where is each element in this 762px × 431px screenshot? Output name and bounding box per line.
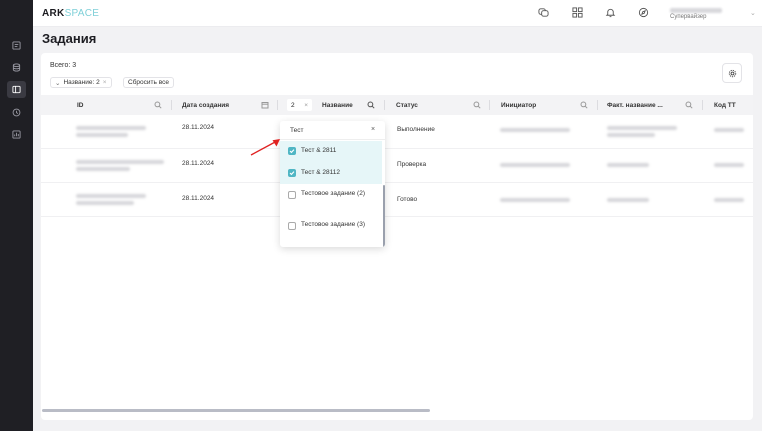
redacted-fact-name bbox=[607, 198, 649, 202]
cell-created: 28.11.2024 bbox=[182, 195, 215, 202]
cell-created: 28.11.2024 bbox=[182, 160, 215, 167]
sidebar bbox=[0, 0, 33, 431]
search-icon[interactable] bbox=[473, 101, 481, 109]
column-header-fact-name[interactable]: Факт. название ... bbox=[607, 95, 663, 115]
filter-option-label: Тест & 28112 bbox=[301, 169, 340, 176]
total-count: Всего: 3 bbox=[50, 62, 77, 69]
column-header-name[interactable]: Название bbox=[322, 95, 353, 115]
tasks-icon bbox=[12, 41, 21, 50]
bell-icon[interactable] bbox=[604, 6, 617, 19]
redacted-fact-name bbox=[607, 163, 649, 167]
name-filter-count: 2 bbox=[291, 101, 295, 109]
gear-icon bbox=[728, 69, 736, 77]
active-filter-chip[interactable]: ⌄ Название: 2 × bbox=[50, 77, 112, 88]
close-icon[interactable]: × bbox=[371, 126, 375, 133]
table-header: ID Дата создания 2 × Название Статус Ини… bbox=[41, 95, 753, 115]
tasks-card: Всего: 3 ⌄ Название: 2 × Сбросить все ID… bbox=[41, 53, 753, 420]
filter-option[interactable]: Тест & 28112 bbox=[280, 162, 382, 184]
sidebar-item-layout[interactable] bbox=[7, 81, 26, 98]
chat-icon[interactable] bbox=[537, 6, 550, 19]
checkbox-unchecked[interactable] bbox=[288, 191, 296, 199]
page-title: Задания bbox=[42, 31, 97, 46]
chevron-down-icon: ⌄ bbox=[55, 79, 61, 87]
redacted-fact-name bbox=[607, 133, 655, 137]
filter-search-input[interactable]: Тест × bbox=[280, 121, 385, 140]
sidebar-item-chart[interactable] bbox=[7, 126, 26, 143]
filter-option-label: Тест & 2811 bbox=[301, 147, 337, 154]
redacted-id bbox=[76, 160, 164, 164]
cell-status: Готово bbox=[397, 196, 418, 203]
checkbox-checked[interactable] bbox=[288, 147, 296, 155]
close-icon[interactable]: × bbox=[103, 79, 107, 86]
table-row[interactable]: 28.11.2024 Проверка bbox=[41, 149, 753, 183]
sidebar-item-database[interactable] bbox=[7, 59, 26, 76]
checkbox-checked[interactable] bbox=[288, 169, 296, 177]
redacted-initiator bbox=[500, 128, 570, 132]
horizontal-scrollbar[interactable] bbox=[42, 409, 430, 412]
redacted-code bbox=[714, 198, 744, 202]
search-icon[interactable] bbox=[367, 101, 375, 109]
clock-icon bbox=[12, 108, 21, 117]
top-bar: ARKSPACE Супервайзер ⌄ bbox=[33, 0, 762, 27]
filter-search-value: Тест bbox=[290, 127, 304, 134]
cell-created: 28.11.2024 bbox=[182, 124, 215, 131]
database-icon bbox=[12, 63, 21, 72]
redacted-id bbox=[76, 201, 134, 205]
redacted-code bbox=[714, 163, 744, 167]
redacted-code bbox=[714, 128, 744, 132]
apps-grid-icon[interactable] bbox=[571, 6, 584, 19]
sidebar-item-tasks[interactable] bbox=[7, 37, 26, 54]
column-header-code[interactable]: Код ТТ bbox=[714, 95, 736, 115]
redacted-id bbox=[76, 126, 146, 130]
column-header-id[interactable]: ID bbox=[77, 95, 84, 115]
filter-option[interactable]: Тестовое задание (2) bbox=[280, 184, 382, 216]
search-icon[interactable] bbox=[580, 101, 588, 109]
close-icon[interactable]: × bbox=[304, 102, 308, 109]
sidebar-item-clock[interactable] bbox=[7, 104, 26, 121]
table-row[interactable]: 28.11.2024 Выполнение bbox=[41, 115, 753, 149]
user-name-redacted bbox=[670, 8, 722, 13]
name-filter-badge[interactable]: 2 × bbox=[287, 99, 312, 111]
redacted-initiator bbox=[500, 198, 570, 202]
user-role: Супервайзер bbox=[670, 14, 707, 20]
column-header-initiator[interactable]: Инициатор bbox=[501, 95, 536, 115]
search-icon[interactable] bbox=[154, 101, 162, 109]
redacted-id bbox=[76, 167, 130, 171]
dropdown-scrollbar[interactable] bbox=[383, 185, 385, 247]
compass-icon[interactable] bbox=[637, 6, 650, 19]
filter-option[interactable]: Тестовое задание (3) bbox=[280, 216, 382, 246]
layout-icon bbox=[12, 85, 21, 94]
app-logo[interactable]: ARKSPACE bbox=[42, 8, 99, 19]
chart-icon bbox=[12, 130, 21, 139]
checkbox-unchecked[interactable] bbox=[288, 222, 296, 230]
name-filter-dropdown: Тест × Тест & 2811 Тест & 28112 Тестовое… bbox=[280, 121, 385, 247]
column-header-created[interactable]: Дата создания bbox=[182, 95, 229, 115]
user-menu[interactable]: Супервайзер bbox=[670, 8, 742, 20]
filter-option-label: Тестовое задание (2) bbox=[301, 190, 365, 197]
chevron-down-icon[interactable]: ⌄ bbox=[750, 9, 756, 17]
column-header-status[interactable]: Статус bbox=[396, 95, 418, 115]
reset-filters-button[interactable]: Сбросить все bbox=[123, 77, 174, 88]
search-icon[interactable] bbox=[685, 101, 693, 109]
redacted-initiator bbox=[500, 163, 570, 167]
cell-status: Выполнение bbox=[397, 126, 435, 133]
filter-option-label: Тестовое задание (3) bbox=[301, 221, 365, 228]
table-row[interactable]: 28.11.2024 Готово bbox=[41, 183, 753, 217]
redacted-id bbox=[76, 194, 146, 198]
cell-status: Проверка bbox=[397, 161, 427, 168]
filter-option[interactable]: Тест & 2811 bbox=[280, 141, 382, 162]
calendar-icon[interactable] bbox=[261, 101, 269, 109]
redacted-fact-name bbox=[607, 126, 677, 130]
table-settings-button[interactable] bbox=[722, 63, 742, 83]
filter-chip-label: Название: 2 bbox=[63, 79, 100, 86]
redacted-id bbox=[76, 133, 128, 137]
annotation-arrow-icon bbox=[250, 139, 280, 156]
